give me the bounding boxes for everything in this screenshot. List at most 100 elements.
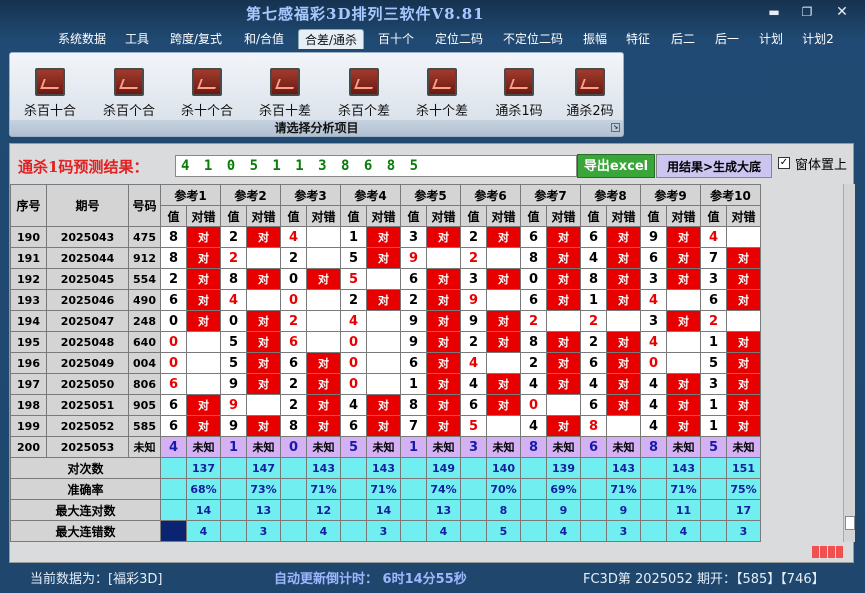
ok-subheader: 对错 <box>546 205 581 227</box>
pending-unknown: 未知 <box>726 436 761 458</box>
kill-2code-button[interactable]: 通杀2码 <box>556 65 624 125</box>
tab-hecha[interactable]: 合差/通杀 <box>298 29 364 49</box>
window-title: 第七感福彩3D排列三软件V8.81 <box>246 5 485 23</box>
kill-bs-sum-button[interactable]: 杀百十合 <box>16 65 84 125</box>
ref-ok-mark: 对 <box>606 394 641 416</box>
menu-tools[interactable]: 工具 <box>121 29 153 49</box>
ref-ok-mark: 对 <box>606 247 641 269</box>
menu-sum[interactable]: 和/合值 <box>238 29 290 49</box>
ref-ok-mark: 对 <box>246 310 281 332</box>
prediction-label: 通杀1码预测结果： <box>18 158 149 176</box>
table-row[interactable]: 198 2025051 905 6 对 9 2 对 4 对 8 对 6 对 0 6 对 4 对 1 对 <box>10 394 761 416</box>
stat-spacer <box>520 478 547 500</box>
ref-value: 3 <box>700 373 727 395</box>
table-row[interactable]: 192 2025045 554 2 对 8 对 0 对 5 6 对 3 对 0 对 8 对 3 对 3 对 <box>10 268 761 290</box>
menu-pos2[interactable]: 定位二码 <box>431 29 487 49</box>
menu-system-data[interactable]: 系统数据 <box>54 29 110 49</box>
stat-spacer <box>460 457 487 479</box>
minimize-icon[interactable]: ▬ <box>764 4 784 20</box>
menu-last2[interactable]: 后二 <box>668 29 698 49</box>
row-period: 2025044 <box>46 247 129 269</box>
ref-value: 0 <box>160 310 187 332</box>
kill-bs-diff-button[interactable]: 杀百十差 <box>251 65 319 125</box>
menu-amplitude[interactable]: 振幅 <box>580 29 610 49</box>
ref-ok-mark <box>186 373 221 395</box>
ok-subheader: 对错 <box>726 205 761 227</box>
row-code: 640 <box>128 331 161 353</box>
stat-value: 17 <box>726 499 761 521</box>
vertical-scrollbar[interactable] <box>843 184 855 542</box>
close-icon[interactable]: ✕ <box>832 4 852 20</box>
kill-sg-sum-button[interactable]: 杀十个合 <box>173 65 241 125</box>
table-row[interactable]: 197 2025050 806 6 9 对 2 对 0 1 对 4 对 4 对 4 对 4 对 3 对 <box>10 373 761 395</box>
ref-value: 6 <box>160 289 187 311</box>
stat-spacer <box>520 457 547 479</box>
ref-ok-mark: 对 <box>726 331 761 353</box>
ref-value: 0 <box>280 268 307 290</box>
ref-ok-mark <box>366 373 401 395</box>
row-seq: 191 <box>10 247 47 269</box>
table-row[interactable]: 199 2025052 585 6 对 9 对 8 对 6 对 7 对 5 4 对 8 4 对 1 对 <box>10 415 761 437</box>
ref-ok-mark: 对 <box>666 268 701 290</box>
table-row[interactable]: 196 2025049 004 0 5 对 6 对 0 6 对 4 2 对 6 对 0 5 对 <box>10 352 761 374</box>
stat-value: 71% <box>606 478 641 500</box>
table-row[interactable]: 193 2025046 490 6 对 4 0 2 对 2 对 9 6 对 1 对 4 6 对 <box>10 289 761 311</box>
row-seq: 197 <box>10 373 47 395</box>
table-row[interactable]: 190 2025043 475 8 对 2 对 4 1 对 3 对 2 对 6 对 6 对 9 对 4 <box>10 226 761 248</box>
val-subheader: 值 <box>340 205 367 227</box>
ref-value: 5 <box>340 268 367 290</box>
ref-ok-mark <box>666 289 701 311</box>
menu-last1[interactable]: 后一 <box>712 29 742 49</box>
ref-value: 2 <box>280 394 307 416</box>
stat-spacer <box>580 520 607 542</box>
ref-ok-mark: 对 <box>246 352 281 374</box>
menu-span[interactable]: 跨度/复式 <box>165 29 227 49</box>
prediction-result-field[interactable]: 4 1 0 5 1 1 3 8 6 8 5 <box>175 155 577 177</box>
restore-icon[interactable]: ❐ <box>797 4 817 20</box>
ref-ok-mark: 对 <box>186 415 221 437</box>
kill-bg-sum-button[interactable]: 杀百个合 <box>95 65 163 125</box>
expand-icon[interactable]: ↘ <box>611 123 620 132</box>
ref-value: 2 <box>520 310 547 332</box>
ref-value: 4 <box>580 373 607 395</box>
ref-ok-mark: 对 <box>486 373 521 395</box>
col-ref-header: 参考6 <box>460 184 521 206</box>
kill-1code-button[interactable]: 通杀1码 <box>485 65 553 125</box>
stat-value: 140 <box>486 457 521 479</box>
table-row[interactable]: 195 2025048 640 0 5 对 6 0 9 对 2 对 8 对 2 对 4 1 对 <box>10 331 761 353</box>
ok-subheader: 对错 <box>426 205 461 227</box>
col-ref-header: 参考2 <box>220 184 281 206</box>
ref-ok-mark: 对 <box>486 268 521 290</box>
ref-value: 0 <box>340 331 367 353</box>
menu-plan[interactable]: 计划 <box>756 29 786 49</box>
stat-spacer <box>580 499 607 521</box>
val-subheader: 值 <box>640 205 667 227</box>
kill-sg-diff-button[interactable]: 杀十个差 <box>408 65 476 125</box>
menu-plan2[interactable]: 计划2 <box>800 29 836 49</box>
menu-nonpos2[interactable]: 不定位二码 <box>500 29 566 49</box>
generate-base-button[interactable]: 用结果>生成大底 <box>656 154 772 178</box>
row-seq: 194 <box>10 310 47 332</box>
menu-bsg[interactable]: 百十个 <box>375 29 417 49</box>
row-code: 912 <box>128 247 161 269</box>
row-period: 2025050 <box>46 373 129 395</box>
ref-ok-mark: 对 <box>606 268 641 290</box>
table-row[interactable]: 194 2025047 248 0 对 0 对 2 4 9 对 9 对 2 2 3 对 2 <box>10 310 761 332</box>
kill-bg-diff-button[interactable]: 杀百个差 <box>330 65 398 125</box>
stat-spacer <box>580 457 607 479</box>
stat-value: 74% <box>426 478 461 500</box>
ref-value: 3 <box>700 268 727 290</box>
val-subheader: 值 <box>280 205 307 227</box>
table-row[interactable]: 191 2025044 912 8 对 2 2 5 对 9 2 8 对 4 对 6 对 7 对 <box>10 247 761 269</box>
pending-row[interactable]: 200 2025053 未知 4 未知 1 未知 0 未知 5 未知 1 未知 3 未知 8 未知 6 未知 8 未知 5… <box>10 436 761 458</box>
topmost-checkbox[interactable]: ✓ <box>778 157 790 169</box>
stat-value: 9 <box>606 499 641 521</box>
stat-value: 143 <box>366 457 401 479</box>
export-excel-button[interactable]: 导出excel <box>577 154 655 178</box>
ok-subheader: 对错 <box>606 205 641 227</box>
menu-feature[interactable]: 特征 <box>623 29 653 49</box>
row-period: 2025051 <box>46 394 129 416</box>
stat-spacer <box>220 457 247 479</box>
scroll-thumb[interactable] <box>845 516 855 530</box>
row-seq: 198 <box>10 394 47 416</box>
